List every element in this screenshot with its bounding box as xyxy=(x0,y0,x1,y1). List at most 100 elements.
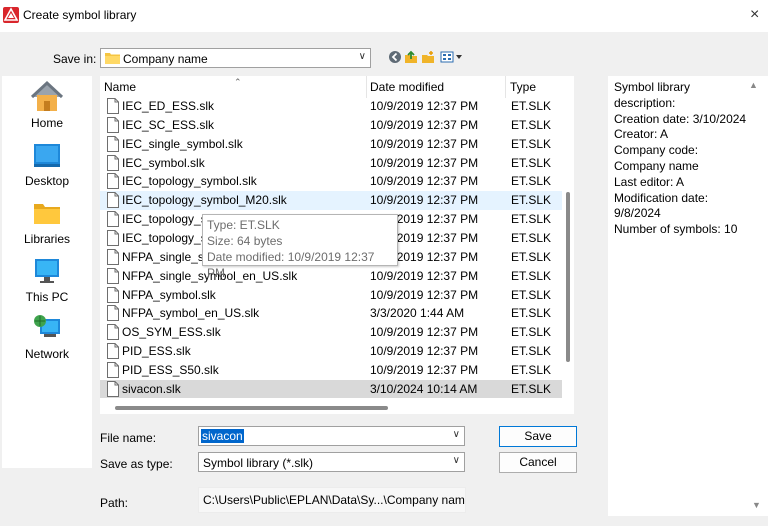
file-type: ET.SLK xyxy=(511,212,552,227)
up-folder-icon[interactable] xyxy=(404,50,418,64)
place-this-pc[interactable]: This PC xyxy=(2,254,92,304)
file-row[interactable]: OS_SYM_ESS.slk 10/9/2019 12:37 PM ET.SLK xyxy=(100,323,562,342)
file-date: 10/9/2019 12:37 PM xyxy=(370,287,479,302)
file-row[interactable]: NFPA_symbol_en_US.slk 3/3/2020 1:44 AM ET.… xyxy=(100,304,562,323)
file-name-input[interactable]: sivacon ∨ xyxy=(198,426,465,446)
file-date: 10/9/2019 12:37 PM xyxy=(370,325,479,340)
file-row[interactable]: IEC_ED_ESS.slk 10/9/2019 12:37 PM ET.SLK xyxy=(100,97,562,116)
file-icon xyxy=(107,305,119,322)
file-icon xyxy=(107,98,119,114)
column-divider[interactable] xyxy=(366,76,367,98)
save-as-type-label: Save as type: xyxy=(100,457,173,471)
file-type: ET.SLK xyxy=(511,306,552,321)
file-row[interactable]: IEC_topology_symbol.slk 10/9/2019 12:37 P… xyxy=(100,172,562,191)
file-date: 3/3/2020 1:44 AM xyxy=(370,306,465,321)
file-name: PID_ESS_S50.slk xyxy=(122,362,219,377)
place-home[interactable]: Home xyxy=(2,80,92,130)
file-date: 10/9/2019 12:37 PM xyxy=(370,344,479,359)
sort-up-icon: ⌃ xyxy=(234,77,242,87)
view-menu-icon[interactable] xyxy=(440,50,464,64)
file-row[interactable]: IEC_topology_symbol_M20.slk 10/9/2019 12:… xyxy=(100,191,562,211)
column-divider[interactable] xyxy=(505,76,506,98)
back-icon[interactable] xyxy=(388,50,402,64)
save-as-type-value: Symbol library (*.slk) xyxy=(203,456,314,470)
network-icon xyxy=(34,315,60,337)
this-pc-icon xyxy=(35,259,59,283)
file-name: NFPA_symbol_en_US.slk xyxy=(122,306,260,321)
file-name: IEC_ED_ESS.slk xyxy=(122,99,215,113)
file-icon xyxy=(107,211,119,228)
file-name: IEC_topology_symbol_M20.slk xyxy=(122,193,287,208)
chevron-down-icon: ∨ xyxy=(452,455,460,466)
library-description-text: Symbol library description: Creation dat… xyxy=(614,80,747,237)
place-label: Desktop xyxy=(24,174,70,188)
scroll-down-icon[interactable]: ▼ xyxy=(752,500,761,510)
scrollbar-thumb[interactable] xyxy=(566,192,570,362)
save-as-type-dropdown[interactable]: Symbol library (*.slk) ∨ xyxy=(198,452,465,472)
column-header-name[interactable]: ⌃ Name xyxy=(104,76,368,98)
libraries-icon xyxy=(34,204,60,224)
file-date: 10/9/2019 12:37 PM xyxy=(370,117,479,132)
file-name: OS_SYM_ESS.slk xyxy=(122,325,221,340)
file-type: ET.SLK xyxy=(511,287,552,302)
file-row[interactable]: PID_ESS.slk 10/9/2019 12:37 PM ET.SLK xyxy=(100,342,562,361)
folder-icon xyxy=(105,52,120,67)
file-type: ET.SLK xyxy=(511,230,552,245)
file-type: ET.SLK xyxy=(511,362,552,377)
place-desktop[interactable]: Desktop xyxy=(2,138,92,188)
file-date: 3/10/2024 10:14 AM xyxy=(370,381,478,396)
place-label: Home xyxy=(30,116,63,130)
file-date: 10/9/2019 12:37 PM xyxy=(370,174,479,189)
file-icon xyxy=(107,286,119,303)
eplan-app-icon xyxy=(3,7,19,23)
tooltip-size: Size: 64 bytes xyxy=(207,234,283,248)
file-row[interactable]: IEC_SC_ESS.slk 10/9/2019 12:37 PM ET.SLK xyxy=(100,116,562,135)
file-icon xyxy=(107,361,119,378)
file-type: ET.SLK xyxy=(511,136,552,151)
window-title: Create symbol library xyxy=(23,8,137,22)
file-type: ET.SLK xyxy=(511,268,552,283)
save-in-dropdown[interactable]: Company name ∨ xyxy=(100,48,371,68)
chevron-down-icon: ∨ xyxy=(358,51,366,62)
scroll-up-icon[interactable]: ▲ xyxy=(749,80,758,90)
scrollbar-thumb[interactable] xyxy=(115,406,388,410)
save-in-label: Save in: xyxy=(53,52,97,66)
file-name: NFPA_single_syr xyxy=(122,249,214,264)
file-date: 10/9/2019 12:37 PM xyxy=(370,362,479,377)
file-type: ET.SLK xyxy=(511,344,552,359)
file-name: PID_ESS.slk xyxy=(122,344,191,359)
file-icon xyxy=(107,135,119,152)
file-row[interactable]: NFPA_symbol.slk 10/9/2019 12:37 PM ET.SLK xyxy=(100,286,562,305)
tooltip-modified: Date modified: 10/9/2019 12:37 PM xyxy=(207,250,375,280)
file-row[interactable]: IEC_symbol.slk 10/9/2019 12:37 PM ET.SLK xyxy=(100,154,562,173)
file-list-vertical-scrollbar[interactable] xyxy=(562,76,574,398)
close-icon[interactable]: × xyxy=(750,4,768,26)
save-button[interactable]: Save xyxy=(499,426,577,447)
file-type: ET.SLK xyxy=(511,249,552,264)
cancel-button[interactable]: Cancel xyxy=(499,452,577,473)
file-icon xyxy=(107,324,119,341)
file-name-label: File name: xyxy=(100,431,157,445)
file-name: IEC_topology_symbol.slk xyxy=(122,174,257,189)
place-network[interactable]: Network xyxy=(2,311,92,361)
file-type: ET.SLK xyxy=(511,381,552,396)
column-header-type[interactable]: Type xyxy=(510,76,560,98)
place-libraries[interactable]: Libraries xyxy=(2,196,92,246)
file-row[interactable]: IEC_single_symbol.slk 10/9/2019 12:37 PM E… xyxy=(100,135,562,154)
column-label: Name xyxy=(104,80,137,94)
chevron-down-icon[interactable]: ∨ xyxy=(453,429,460,440)
file-date: 10/9/2019 12:37 PM xyxy=(370,193,479,208)
new-folder-icon[interactable] xyxy=(421,50,435,64)
file-type: ET.SLK xyxy=(511,99,552,113)
file-row[interactable]: PID_ESS_S50.slk 10/9/2019 12:37 PM ET.SLK xyxy=(100,361,562,380)
file-row[interactable]: sivacon.slk 3/10/2024 10:14 AM ET.SLK xyxy=(100,379,562,399)
column-header-date[interactable]: Date modified xyxy=(370,76,505,98)
title-bar: Create symbol library × xyxy=(0,0,768,32)
file-icon xyxy=(107,116,119,133)
file-type: ET.SLK xyxy=(511,117,552,132)
file-date: 10/9/2019 12:37 PM xyxy=(370,99,479,113)
file-name: IEC_single_symbol.slk xyxy=(122,136,243,151)
file-list-horizontal-scrollbar[interactable] xyxy=(100,398,574,414)
places-bar: Home Desktop Libraries This PC Network xyxy=(2,76,92,468)
file-icon xyxy=(107,192,119,209)
